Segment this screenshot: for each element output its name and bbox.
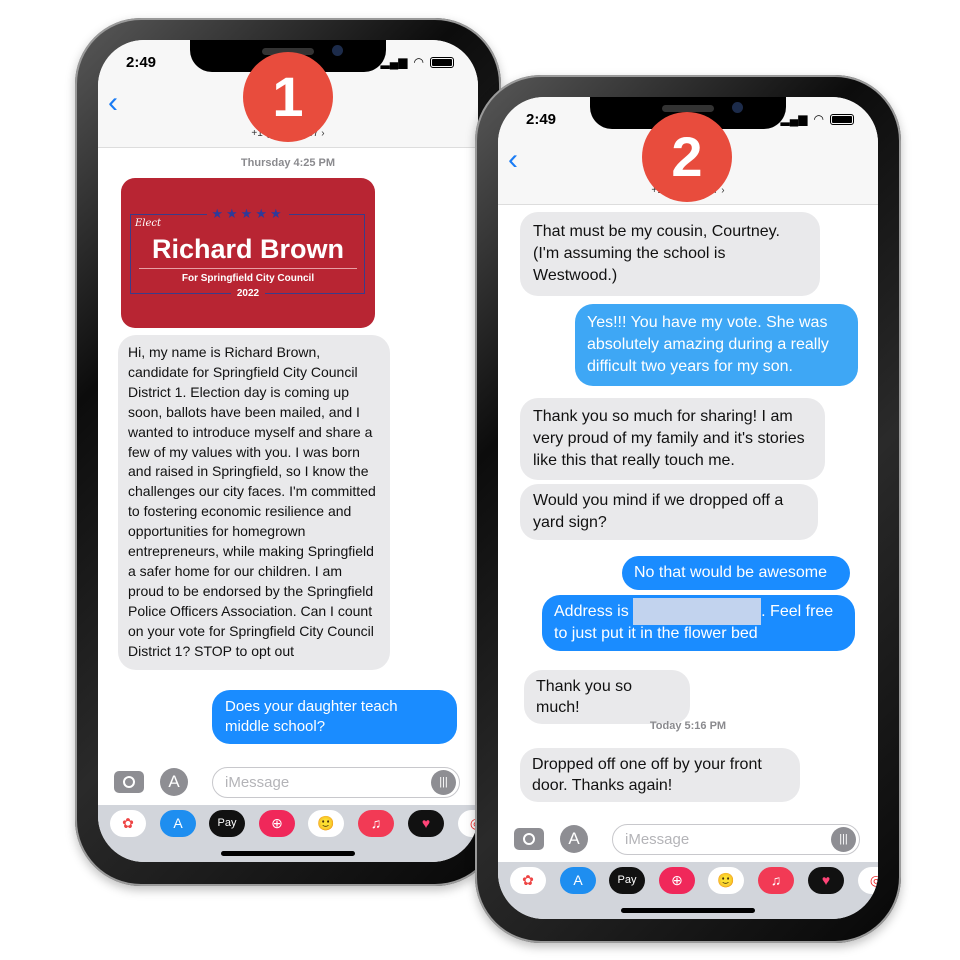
message-bubble-incoming: Thank you so much! bbox=[524, 670, 690, 724]
status-time: 2:49 bbox=[126, 54, 157, 71]
audio-message-icon[interactable]: ||| bbox=[831, 827, 856, 852]
camera-icon[interactable] bbox=[514, 828, 544, 850]
more-app-icon[interactable]: ◎ bbox=[858, 867, 878, 894]
imessage-input[interactable]: iMessage ||| bbox=[612, 824, 860, 855]
poster-elect: Elect bbox=[135, 218, 162, 229]
step-badge-1: 1 bbox=[243, 52, 333, 142]
digital-touch-icon[interactable]: ♥ bbox=[808, 867, 844, 894]
message-bubble-incoming: Thank you so much for sharing! I am very… bbox=[520, 398, 825, 480]
message-bubble-incoming: That must be my cousin, Courtney. (I'm a… bbox=[520, 212, 820, 296]
app-drawer: ✿ A Pay ⊕ 🙂 ♫ ♥ ◎ bbox=[498, 862, 878, 919]
message-bubble-outgoing: Does your daughter teach middle school? bbox=[212, 690, 457, 744]
app-store-icon[interactable]: A bbox=[160, 810, 196, 837]
phone-1: 2:49 ▂▄▆◠ ‹ +1 (5 )487 › Thursday 4:25 P… bbox=[75, 18, 501, 886]
music-icon[interactable]: ♫ bbox=[358, 810, 394, 837]
search-images-icon[interactable]: ⊕ bbox=[259, 810, 295, 837]
imessage-input[interactable]: iMessage ||| bbox=[212, 767, 460, 798]
status-icons: ▂▄▆ ◠ bbox=[381, 55, 454, 69]
memoji-icon[interactable]: 🙂 bbox=[708, 867, 744, 894]
app-store-icon[interactable]: A bbox=[560, 825, 588, 853]
battery-icon bbox=[830, 113, 854, 125]
message-timestamp: Today 5:16 PM bbox=[649, 720, 727, 732]
audio-message-icon[interactable]: ||| bbox=[431, 770, 456, 795]
poster-name: Richard Brown bbox=[151, 234, 345, 264]
phone-2: 2:49 ▂▄▆◠ ‹ +1 (5 )487 › That must be my… bbox=[475, 75, 901, 943]
wifi-icon: ◠ bbox=[813, 112, 824, 126]
message-timestamp: Thursday 4:25 PM bbox=[240, 157, 336, 169]
message-bubble-incoming: Dropped off one off by your front door. … bbox=[520, 748, 800, 802]
back-chevron-icon[interactable]: ‹ bbox=[508, 143, 518, 177]
camera-icon[interactable] bbox=[114, 771, 144, 793]
message-bubble-outgoing: No that would be awesome bbox=[622, 556, 850, 590]
input-bar: A iMessage ||| bbox=[498, 822, 878, 862]
photos-icon[interactable]: ✿ bbox=[110, 810, 146, 837]
digital-touch-icon[interactable]: ♥ bbox=[408, 810, 444, 837]
input-bar: A iMessage ||| bbox=[98, 765, 478, 805]
photos-icon[interactable]: ✿ bbox=[510, 867, 546, 894]
messages-screen: 2:49 ▂▄▆◠ ‹ +1 (5 )487 › That must be my… bbox=[498, 97, 878, 919]
battery-icon bbox=[430, 56, 454, 68]
status-time: 2:49 bbox=[526, 111, 557, 128]
app-drawer: ✿ A Pay ⊕ 🙂 ♫ ♥ ◎ bbox=[98, 805, 478, 862]
search-images-icon[interactable]: ⊕ bbox=[659, 867, 695, 894]
redacted-address bbox=[633, 598, 762, 626]
home-indicator[interactable] bbox=[221, 851, 355, 856]
music-icon[interactable]: ♫ bbox=[758, 867, 794, 894]
wifi-icon: ◠ bbox=[413, 55, 424, 69]
apple-pay-icon[interactable]: Pay bbox=[209, 810, 245, 837]
message-bubble-outgoing: Yes!!! You have my vote. She was absolut… bbox=[575, 304, 858, 386]
poster-subtitle: For Springfield City Council bbox=[181, 273, 315, 284]
campaign-image[interactable]: ★★★★★ Elect Richard Brown For Springfiel… bbox=[121, 178, 375, 328]
messages-screen: 2:49 ▂▄▆◠ ‹ +1 (5 )487 › Thursday 4:25 P… bbox=[98, 40, 478, 862]
message-bubble-incoming: Hi, my name is Richard Brown, candidate … bbox=[118, 335, 390, 670]
apple-pay-icon[interactable]: Pay bbox=[609, 867, 645, 894]
memoji-icon[interactable]: 🙂 bbox=[308, 810, 344, 837]
app-store-icon[interactable]: A bbox=[160, 768, 188, 796]
poster-year: 2022 bbox=[121, 288, 375, 299]
status-icons: ▂▄▆ ◠ bbox=[781, 112, 854, 126]
back-chevron-icon[interactable]: ‹ bbox=[108, 86, 118, 120]
home-indicator[interactable] bbox=[621, 908, 755, 913]
step-badge-2: 2 bbox=[642, 112, 732, 202]
message-bubble-incoming: Would you mind if we dropped off a yard … bbox=[520, 484, 818, 540]
message-bubble-outgoing: Address is . Feel free to just put it in… bbox=[542, 595, 855, 651]
app-store-icon[interactable]: A bbox=[560, 867, 596, 894]
